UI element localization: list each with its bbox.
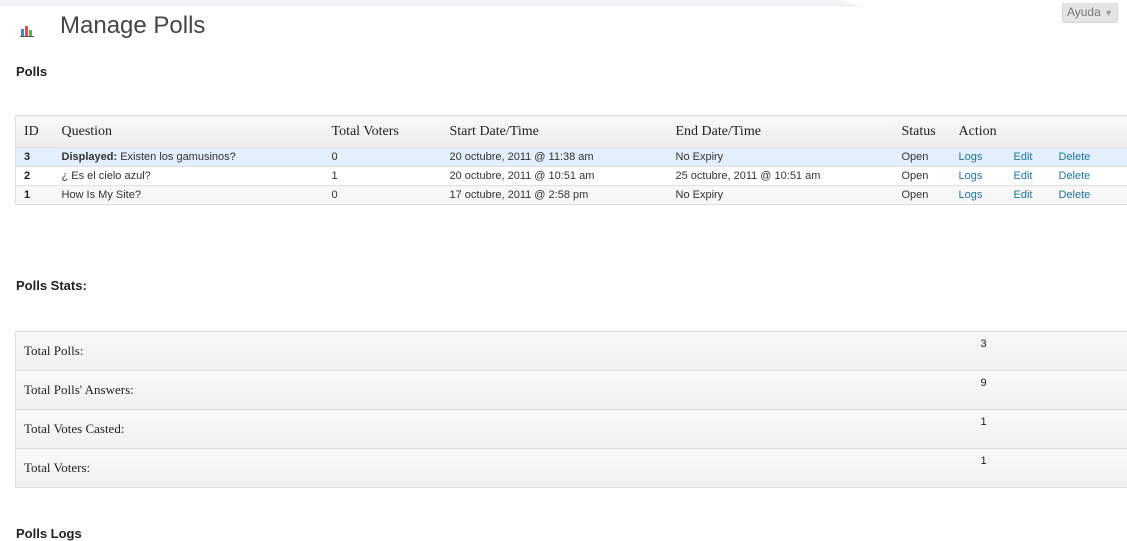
stat-value: 9	[981, 377, 987, 389]
stat-value: 3	[981, 338, 987, 350]
edit-link[interactable]: Edit	[1014, 189, 1033, 201]
stat-value: 1	[981, 416, 987, 428]
poll-status: Open	[894, 167, 951, 186]
column-header-status: Status	[894, 116, 951, 148]
poll-question: How Is My Site?	[54, 186, 324, 205]
stats-row: Total Votes Casted: 1	[16, 410, 1127, 449]
stat-value: 1	[981, 455, 987, 467]
stat-label: Total Votes Casted:	[24, 421, 124, 436]
delete-link[interactable]: Delete	[1059, 170, 1091, 182]
stat-row-total-voters: Total Voters: 1	[16, 449, 1127, 488]
poll-question-text: ¿ Es el cielo azul?	[62, 170, 151, 182]
stats-row: Total Polls' Answers: 9	[16, 371, 1127, 410]
stat-label: Total Polls' Answers:	[24, 382, 134, 397]
table-row: 1 How Is My Site? 0 17 octubre, 2011 @ 2…	[16, 186, 1127, 205]
polls-table: ID Question Total Voters Start Date/Time…	[15, 115, 1127, 205]
poll-total-voters: 0	[324, 186, 442, 205]
poll-total-voters: 1	[324, 167, 442, 186]
poll-question-text: Existen los gamusinos?	[120, 151, 236, 163]
page-title: Manage Polls	[60, 12, 205, 40]
admin-top-band	[0, 0, 1127, 7]
poll-question-text: How Is My Site?	[62, 189, 141, 201]
chart-bars-icon	[20, 23, 36, 39]
table-row: 3 Displayed: Existen los gamusinos? 0 20…	[16, 148, 1127, 167]
poll-status: Open	[894, 186, 951, 205]
column-header-question: Question	[54, 116, 324, 148]
stat-row-total-votes: Total Votes Casted: 1	[16, 410, 1127, 449]
column-header-id: ID	[16, 116, 54, 148]
poll-status: Open	[894, 148, 951, 167]
delete-link[interactable]: Delete	[1059, 189, 1091, 201]
poll-id: 1	[16, 186, 54, 205]
poll-id: 2	[16, 167, 54, 186]
poll-end: No Expiry	[668, 186, 894, 205]
logs-link[interactable]: Logs	[959, 189, 983, 201]
edit-link[interactable]: Edit	[1014, 170, 1033, 182]
poll-end: 25 octubre, 2011 @ 10:51 am	[668, 167, 894, 186]
table-row: 2 ¿ Es el cielo azul? 1 20 octubre, 2011…	[16, 167, 1127, 186]
edit-link[interactable]: Edit	[1014, 151, 1033, 163]
poll-id: 3	[16, 148, 54, 167]
stat-label: Total Polls:	[24, 343, 83, 358]
stat-row-total-answers: Total Polls' Answers: 9	[16, 371, 1127, 410]
polls-stats-title: Polls Stats:	[16, 278, 87, 293]
stat-label: Total Voters:	[24, 460, 90, 475]
logs-link[interactable]: Logs	[959, 170, 983, 182]
help-tab-label: Ayuda	[1067, 5, 1101, 19]
stats-row: Total Polls: 3	[16, 332, 1127, 371]
poll-question: Displayed: Existen los gamusinos?	[54, 148, 324, 167]
table-header-row: ID Question Total Voters Start Date/Time…	[16, 116, 1127, 148]
polls-logs-title: Polls Logs	[16, 526, 82, 541]
delete-link[interactable]: Delete	[1059, 151, 1091, 163]
displayed-label: Displayed:	[62, 151, 118, 163]
polls-stats-table: Total Polls: 3 Total Polls' Answers: 9 T…	[15, 331, 1127, 488]
stat-row-total-polls: Total Polls: 3	[16, 332, 1127, 371]
top-band-wedge	[840, 0, 862, 7]
column-header-start: Start Date/Time	[442, 116, 668, 148]
column-header-total-voters: Total Voters	[324, 116, 442, 148]
column-header-end: End Date/Time	[668, 116, 894, 148]
poll-start: 20 octubre, 2011 @ 11:38 am	[442, 148, 668, 167]
stats-row: Total Voters: 1	[16, 449, 1127, 488]
help-tab-button[interactable]: Ayuda ▼	[1062, 3, 1118, 23]
logs-link[interactable]: Logs	[959, 151, 983, 163]
poll-start: 17 octubre, 2011 @ 2:58 pm	[442, 186, 668, 205]
column-header-action: Action	[951, 116, 1127, 148]
poll-start: 20 octubre, 2011 @ 10:51 am	[442, 167, 668, 186]
chevron-down-icon: ▼	[1104, 8, 1113, 18]
poll-end: No Expiry	[668, 148, 894, 167]
polls-section-title: Polls	[16, 64, 47, 79]
poll-question: ¿ Es el cielo azul?	[54, 167, 324, 186]
poll-total-voters: 0	[324, 148, 442, 167]
